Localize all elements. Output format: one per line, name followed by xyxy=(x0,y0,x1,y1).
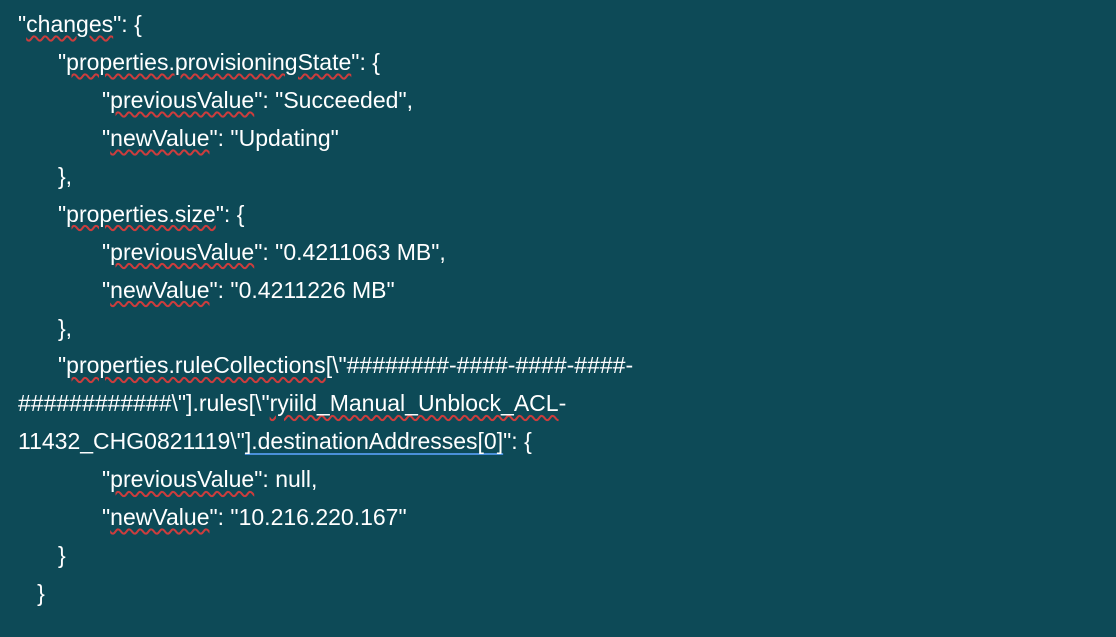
code-line: "previousValue": "Succeeded", xyxy=(0,82,1116,120)
code-line: "changes": { xyxy=(0,6,1116,44)
code-line: ############\"].rules[\"ryiild_Manual_Un… xyxy=(0,385,1116,423)
word-destaddr: ].destinationAddresses[0] xyxy=(245,428,503,454)
value-ip: 10.216.220.167 xyxy=(239,504,399,530)
word-rulecollections: properties.ruleCollections xyxy=(66,352,326,378)
word-newvalue: newValue xyxy=(110,125,209,151)
word-newvalue: newValue xyxy=(110,277,209,303)
code-line: }, xyxy=(0,310,1116,348)
word-chg: 11432_CHG0821119\" xyxy=(18,428,245,454)
code-line: "properties.provisioningState": { xyxy=(0,44,1116,82)
word-changes: changes xyxy=(26,11,113,37)
code-line: 11432_CHG0821119\"].destinationAddresses… xyxy=(0,423,1116,461)
code-line: } xyxy=(0,575,1116,613)
word-newvalue: newValue xyxy=(110,504,209,530)
code-line: "newValue": "Updating" xyxy=(0,120,1116,158)
code-line: "previousValue": null, xyxy=(0,461,1116,499)
word-mask: [\"########-####-####-####- xyxy=(326,352,633,378)
code-line: "properties.size": { xyxy=(0,196,1116,234)
code-line: "newValue": "0.4211226 MB" xyxy=(0,272,1116,310)
code-line: "properties.ruleCollections[\"########-#… xyxy=(0,347,1116,385)
word-previousvalue: previousValue xyxy=(110,239,254,265)
word-provisioning: properties.provisioningState xyxy=(66,49,351,75)
code-line: } xyxy=(0,537,1116,575)
code-line: "newValue": "10.216.220.167" xyxy=(0,499,1116,537)
value-updating: Updating xyxy=(239,125,331,151)
word-mask2: ############\"].rules[\" xyxy=(18,390,270,416)
word-propsize: properties.size xyxy=(66,201,216,227)
word-previousvalue: previousValue xyxy=(110,87,254,113)
value-prev-size: 0.4211063 MB xyxy=(283,239,431,265)
value-null: null xyxy=(275,466,311,492)
value-succeeded: Succeeded xyxy=(283,87,398,113)
code-line: "previousValue": "0.4211063 MB", xyxy=(0,234,1116,272)
code-block: "changes": { "properties.provisioningSta… xyxy=(0,6,1116,613)
word-ryiild: ryiild_Manual_Unblock_ACL xyxy=(270,390,559,416)
value-new-size: 0.4211226 MB xyxy=(239,277,387,303)
word-previousvalue: previousValue xyxy=(110,466,254,492)
code-line: }, xyxy=(0,158,1116,196)
